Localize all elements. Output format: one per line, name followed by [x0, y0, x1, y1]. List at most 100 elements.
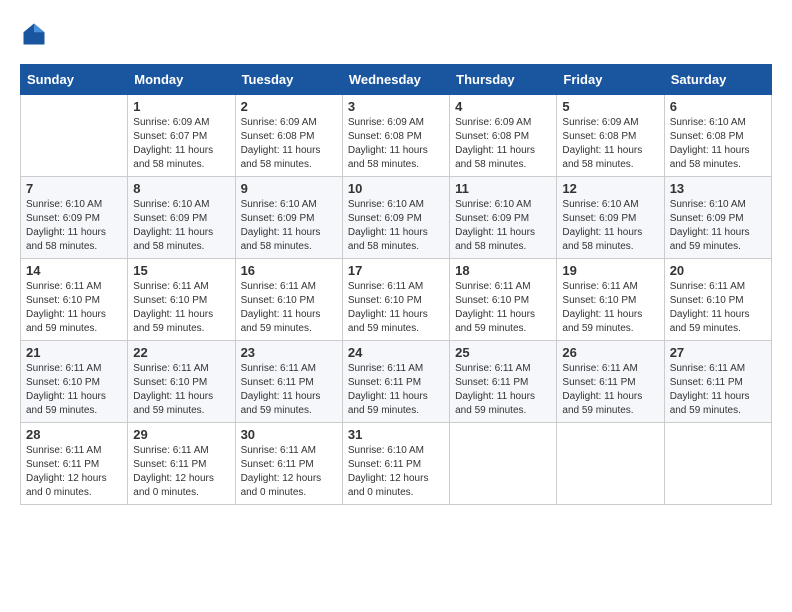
calendar-cell: 13Sunrise: 6:10 AMSunset: 6:09 PMDayligh… [664, 177, 771, 259]
calendar-cell: 20 Sunrise: 6:11 AMSunset: 6:10 PMDayligh… [664, 259, 771, 341]
day-info: Sunrise: 6:10 AMSunset: 6:09 PMDaylight:… [26, 198, 122, 254]
day-info: Sunrise: 6:11 AMSunset: 6:10 PMDaylight:… [670, 280, 766, 336]
day-number: 19 [562, 263, 658, 278]
calendar-cell: 12Sunrise: 6:10 AMSunset: 6:09 PMDayligh… [557, 177, 664, 259]
calendar-week-row: 7Sunrise: 6:10 AMSunset: 6:09 PMDaylight… [21, 177, 772, 259]
day-number: 24 [348, 345, 444, 360]
day-number: 8 [133, 181, 229, 196]
day-info: Sunrise: 6:09 AMSunset: 6:08 PMDaylight:… [241, 116, 337, 172]
day-info: Sunrise: 6:11 AMSunset: 6:11 PMDaylight:… [133, 444, 229, 500]
day-header-thursday: Thursday [450, 65, 557, 95]
day-info: Sunrise: 6:11 AMSunset: 6:11 PMDaylight:… [241, 362, 337, 418]
calendar-cell: 1 Sunrise: 6:09 AMSunset: 6:07 PMDaylight… [128, 95, 235, 177]
day-number: 5 [562, 99, 658, 114]
day-number: 1 [133, 99, 229, 114]
day-number: 20 [670, 263, 766, 278]
day-number: 4 [455, 99, 551, 114]
day-number: 15 [133, 263, 229, 278]
calendar-cell: 14 Sunrise: 6:11 AMSunset: 6:10 PMDayligh… [21, 259, 128, 341]
calendar-week-row: 28 Sunrise: 6:11 AMSunset: 6:11 PMDayligh… [21, 423, 772, 505]
day-header-monday: Monday [128, 65, 235, 95]
day-number: 29 [133, 427, 229, 442]
logo [20, 20, 52, 48]
day-number: 26 [562, 345, 658, 360]
logo-icon [20, 20, 48, 48]
day-info: Sunrise: 6:10 AMSunset: 6:09 PMDaylight:… [348, 198, 444, 254]
calendar-cell [557, 423, 664, 505]
day-number: 30 [241, 427, 337, 442]
day-info: Sunrise: 6:09 AMSunset: 6:08 PMDaylight:… [455, 116, 551, 172]
calendar-cell: 22 Sunrise: 6:11 AMSunset: 6:10 PMDayligh… [128, 341, 235, 423]
day-number: 23 [241, 345, 337, 360]
calendar-cell: 4 Sunrise: 6:09 AMSunset: 6:08 PMDaylight… [450, 95, 557, 177]
calendar-cell [21, 95, 128, 177]
day-header-wednesday: Wednesday [342, 65, 449, 95]
day-info: Sunrise: 6:10 AMSunset: 6:09 PMDaylight:… [455, 198, 551, 254]
day-number: 22 [133, 345, 229, 360]
day-number: 21 [26, 345, 122, 360]
calendar-cell: 26 Sunrise: 6:11 AMSunset: 6:11 PMDayligh… [557, 341, 664, 423]
day-info: Sunrise: 6:11 AMSunset: 6:11 PMDaylight:… [562, 362, 658, 418]
day-number: 3 [348, 99, 444, 114]
day-number: 14 [26, 263, 122, 278]
day-number: 17 [348, 263, 444, 278]
page-header [20, 20, 772, 48]
day-number: 27 [670, 345, 766, 360]
day-info: Sunrise: 6:11 AMSunset: 6:11 PMDaylight:… [241, 444, 337, 500]
calendar-cell: 7Sunrise: 6:10 AMSunset: 6:09 PMDaylight… [21, 177, 128, 259]
calendar-cell: 6Sunrise: 6:10 AMSunset: 6:08 PMDaylight… [664, 95, 771, 177]
calendar-cell: 2Sunrise: 6:09 AMSunset: 6:08 PMDaylight… [235, 95, 342, 177]
calendar-cell: 9 Sunrise: 6:10 AMSunset: 6:09 PMDaylight… [235, 177, 342, 259]
day-number: 9 [241, 181, 337, 196]
day-info: Sunrise: 6:09 AMSunset: 6:07 PMDaylight:… [133, 116, 229, 172]
day-info: Sunrise: 6:11 AMSunset: 6:11 PMDaylight:… [455, 362, 551, 418]
calendar-week-row: 21 Sunrise: 6:11 AMSunset: 6:10 PMDayligh… [21, 341, 772, 423]
day-info: Sunrise: 6:11 AMSunset: 6:10 PMDaylight:… [133, 362, 229, 418]
day-info: Sunrise: 6:10 AMSunset: 6:11 PMDaylight:… [348, 444, 444, 500]
calendar-cell: 23 Sunrise: 6:11 AMSunset: 6:11 PMDayligh… [235, 341, 342, 423]
day-info: Sunrise: 6:11 AMSunset: 6:11 PMDaylight:… [348, 362, 444, 418]
day-number: 25 [455, 345, 551, 360]
day-info: Sunrise: 6:11 AMSunset: 6:10 PMDaylight:… [348, 280, 444, 336]
calendar-week-row: 14 Sunrise: 6:11 AMSunset: 6:10 PMDayligh… [21, 259, 772, 341]
calendar-cell: 18 Sunrise: 6:11 AMSunset: 6:10 PMDayligh… [450, 259, 557, 341]
day-info: Sunrise: 6:11 AMSunset: 6:10 PMDaylight:… [562, 280, 658, 336]
calendar-cell: 8 Sunrise: 6:10 AMSunset: 6:09 PMDaylight… [128, 177, 235, 259]
calendar-cell: 10 Sunrise: 6:10 AMSunset: 6:09 PMDayligh… [342, 177, 449, 259]
calendar-cell: 31 Sunrise: 6:10 AMSunset: 6:11 PMDayligh… [342, 423, 449, 505]
calendar-cell: 16 Sunrise: 6:11 AMSunset: 6:10 PMDayligh… [235, 259, 342, 341]
day-info: Sunrise: 6:10 AMSunset: 6:09 PMDaylight:… [241, 198, 337, 254]
day-info: Sunrise: 6:11 AMSunset: 6:10 PMDaylight:… [455, 280, 551, 336]
calendar-cell: 29 Sunrise: 6:11 AMSunset: 6:11 PMDayligh… [128, 423, 235, 505]
calendar-cell: 11 Sunrise: 6:10 AMSunset: 6:09 PMDayligh… [450, 177, 557, 259]
calendar-cell: 30 Sunrise: 6:11 AMSunset: 6:11 PMDayligh… [235, 423, 342, 505]
day-number: 11 [455, 181, 551, 196]
day-number: 28 [26, 427, 122, 442]
day-info: Sunrise: 6:11 AMSunset: 6:10 PMDaylight:… [26, 362, 122, 418]
day-info: Sunrise: 6:11 AMSunset: 6:11 PMDaylight:… [26, 444, 122, 500]
calendar-header-row: SundayMondayTuesdayWednesdayThursdayFrid… [21, 65, 772, 95]
calendar-cell: 3 Sunrise: 6:09 AMSunset: 6:08 PMDaylight… [342, 95, 449, 177]
day-info: Sunrise: 6:11 AMSunset: 6:10 PMDaylight:… [26, 280, 122, 336]
day-info: Sunrise: 6:11 AMSunset: 6:10 PMDaylight:… [241, 280, 337, 336]
day-header-saturday: Saturday [664, 65, 771, 95]
calendar-cell [664, 423, 771, 505]
day-info: Sunrise: 6:10 AMSunset: 6:09 PMDaylight:… [133, 198, 229, 254]
day-number: 31 [348, 427, 444, 442]
day-number: 10 [348, 181, 444, 196]
day-info: Sunrise: 6:11 AMSunset: 6:10 PMDaylight:… [133, 280, 229, 336]
calendar-cell: 25 Sunrise: 6:11 AMSunset: 6:11 PMDayligh… [450, 341, 557, 423]
day-number: 16 [241, 263, 337, 278]
day-number: 13 [670, 181, 766, 196]
calendar-cell: 5 Sunrise: 6:09 AMSunset: 6:08 PMDaylight… [557, 95, 664, 177]
day-info: Sunrise: 6:11 AMSunset: 6:11 PMDaylight:… [670, 362, 766, 418]
calendar-cell [450, 423, 557, 505]
day-header-tuesday: Tuesday [235, 65, 342, 95]
calendar-cell: 27 Sunrise: 6:11 AMSunset: 6:11 PMDayligh… [664, 341, 771, 423]
day-info: Sunrise: 6:09 AMSunset: 6:08 PMDaylight:… [348, 116, 444, 172]
day-number: 18 [455, 263, 551, 278]
day-info: Sunrise: 6:10 AMSunset: 6:08 PMDaylight:… [670, 116, 766, 172]
day-info: Sunrise: 6:09 AMSunset: 6:08 PMDaylight:… [562, 116, 658, 172]
day-header-sunday: Sunday [21, 65, 128, 95]
day-info: Sunrise: 6:10 AMSunset: 6:09 PMDaylight:… [562, 198, 658, 254]
